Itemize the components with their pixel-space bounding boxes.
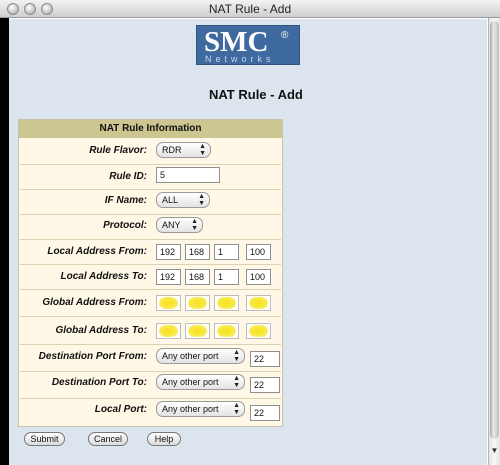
global-from-octet-1[interactable]	[156, 295, 181, 311]
redaction-mark	[249, 297, 268, 309]
redaction-mark	[217, 297, 236, 309]
local-from-octet-4[interactable]: 100	[246, 244, 271, 260]
local-port-input[interactable]: 22	[250, 405, 280, 421]
rule-flavor-label: Rule Flavor:	[89, 145, 147, 156]
rule-flavor-select[interactable]: RDR ▲ ▼	[156, 142, 211, 158]
local-port-select[interactable]: Any other port ▲ ▼	[156, 401, 245, 417]
protocol-value: ANY	[162, 220, 181, 230]
redaction-mark	[188, 297, 207, 309]
local-from-octet-1[interactable]: 192	[156, 244, 181, 260]
updown-icon: ▲ ▼	[233, 349, 240, 363]
window-titlebar: NAT Rule - Add	[0, 0, 500, 18]
scroll-down-icon[interactable]: ▼	[490, 446, 499, 455]
global-address-to-label: Global Address To:	[55, 325, 148, 336]
destination-port-to-value: Any other port	[162, 377, 219, 387]
rule-id-input[interactable]: 5	[156, 167, 220, 183]
local-to-octet-1[interactable]: 192	[156, 269, 181, 285]
global-to-octet-1[interactable]	[156, 323, 181, 339]
if-name-label: IF Name:	[104, 195, 147, 206]
global-to-octet-3[interactable]	[214, 323, 239, 339]
destination-port-from-value: Any other port	[162, 351, 219, 361]
if-name-select[interactable]: ALL ▲ ▼	[156, 192, 210, 208]
updown-icon: ▲ ▼	[198, 193, 205, 207]
help-button[interactable]: Help	[147, 432, 181, 446]
destination-port-to-input[interactable]: 22	[250, 377, 280, 393]
local-address-from-label: Local Address From:	[47, 246, 147, 257]
global-to-octet-4[interactable]	[246, 323, 271, 339]
row-local-address-from: Local Address From: 192 168 1 100	[19, 240, 282, 264]
local-address-to-label: Local Address To:	[60, 271, 148, 282]
row-global-address-from: Global Address From:	[19, 290, 282, 316]
row-local-port: Local Port: Any other port ▲ ▼ 22	[19, 399, 282, 426]
local-to-octet-3[interactable]: 1	[214, 269, 239, 285]
page-title: NAT Rule - Add	[209, 87, 303, 102]
row-rule-flavor: Rule Flavor: RDR ▲ ▼	[19, 140, 282, 164]
rule-id-label: Rule ID:	[109, 171, 147, 182]
global-from-octet-4[interactable]	[246, 295, 271, 311]
updown-icon: ▲ ▼	[199, 143, 206, 157]
destination-port-from-label: Destination Port From:	[38, 351, 147, 362]
global-address-from-label: Global Address From:	[42, 297, 147, 308]
updown-icon: ▲ ▼	[233, 375, 240, 389]
protocol-select[interactable]: ANY ▲ ▼	[156, 217, 203, 233]
redaction-mark	[217, 325, 236, 337]
updown-icon: ▲ ▼	[191, 218, 198, 232]
row-global-address-to: Global Address To:	[19, 317, 282, 344]
destination-port-from-input[interactable]: 22	[250, 351, 280, 367]
rule-flavor-value: RDR	[162, 145, 182, 155]
submit-button[interactable]: Submit	[24, 432, 65, 446]
destination-port-to-label: Destination Port To:	[51, 377, 147, 388]
row-if-name: IF Name: ALL ▲ ▼	[19, 190, 282, 214]
redaction-mark	[188, 325, 207, 337]
local-from-octet-2[interactable]: 168	[185, 244, 210, 260]
row-protocol: Protocol: ANY ▲ ▼	[19, 215, 282, 239]
window-left-edge	[0, 18, 9, 465]
protocol-label: Protocol:	[103, 220, 147, 231]
global-from-octet-3[interactable]	[214, 295, 239, 311]
destination-port-from-select[interactable]: Any other port ▲ ▼	[156, 348, 245, 364]
nat-rule-form: NAT Rule Information Rule Flavor: RDR ▲ ▼…	[18, 119, 283, 427]
if-name-value: ALL	[162, 195, 179, 205]
updown-icon: ▲ ▼	[233, 402, 240, 416]
vertical-scrollbar[interactable]: ▼	[488, 18, 500, 465]
smc-logo: SMC ® Networks	[196, 25, 300, 65]
window-title: NAT Rule - Add	[208, 2, 292, 16]
local-port-value: Any other port	[162, 404, 219, 414]
global-from-octet-2[interactable]	[185, 295, 210, 311]
global-to-octet-2[interactable]	[185, 323, 210, 339]
logo-subtitle: Networks	[205, 54, 275, 64]
row-destination-port-from: Destination Port From: Any other port ▲ ▼…	[19, 345, 282, 371]
page-content: SMC ® Networks NAT Rule - Add NAT Rule I…	[9, 19, 487, 465]
panel-header: NAT Rule Information	[19, 120, 282, 138]
logo-registered-mark: ®	[281, 30, 289, 41]
row-rule-id: Rule ID: 5	[19, 165, 282, 189]
redaction-mark	[159, 297, 178, 309]
row-local-address-to: Local Address To: 192 168 1 100	[19, 265, 282, 289]
cancel-button[interactable]: Cancel	[88, 432, 128, 446]
redaction-mark	[249, 325, 268, 337]
destination-port-to-select[interactable]: Any other port ▲ ▼	[156, 374, 245, 390]
redaction-mark	[159, 325, 178, 337]
local-from-octet-3[interactable]: 1	[214, 244, 239, 260]
local-to-octet-4[interactable]: 100	[246, 269, 271, 285]
local-to-octet-2[interactable]: 168	[185, 269, 210, 285]
local-port-label: Local Port:	[94, 404, 147, 415]
row-destination-port-to: Destination Port To: Any other port ▲ ▼ 2…	[19, 372, 282, 398]
scrollbar-thumb[interactable]	[490, 21, 499, 439]
